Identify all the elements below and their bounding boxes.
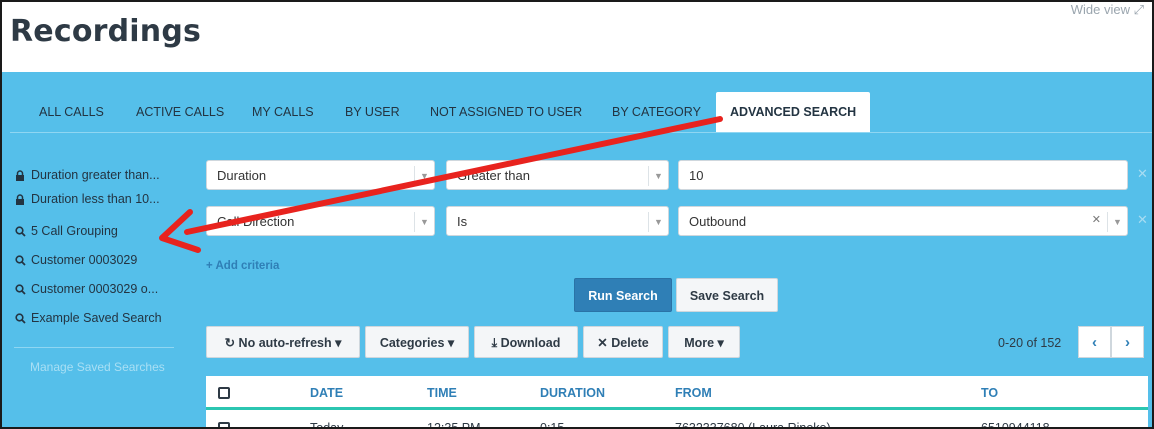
criteria-value-text: 10 [689,167,704,183]
tab-bar: ALL CALLS ACTIVE CALLS MY CALLS BY USER … [2,92,1152,132]
saved-search-duration-less[interactable]: Duration less than 10... [14,192,160,206]
saved-search-example[interactable]: Example Saved Search [14,311,162,325]
add-criteria-link[interactable]: + Add criteria [206,260,279,272]
criteria-operator-select[interactable]: Is ▼ [446,206,669,236]
next-page-button[interactable]: › [1111,326,1144,358]
search-icon [14,312,26,324]
criteria-field-select[interactable]: Duration ▼ [206,160,435,190]
cell-time: 12:35 PM [427,421,481,429]
manage-saved-searches-link[interactable]: Manage Saved Searches [30,360,165,374]
tab-by-user[interactable]: BY USER [345,92,400,132]
column-header-from[interactable]: FROM [675,386,712,400]
column-header-duration[interactable]: DURATION [540,386,605,400]
recordings-panel: ALL CALLS ACTIVE CALLS MY CALLS BY USER … [2,72,1152,429]
tab-all-calls[interactable]: ALL CALLS [39,92,104,132]
save-search-button[interactable]: Save Search [676,278,778,312]
tab-by-category[interactable]: BY CATEGORY [612,92,701,132]
auto-refresh-dropdown[interactable]: ↻ No auto-refresh ▾ [206,326,360,358]
recordings-table: DATE TIME DURATION FROM TO Today 12:35 P… [206,376,1148,429]
chevron-left-icon: ‹ [1092,333,1097,351]
delete-button[interactable]: ✕ Delete [583,326,663,358]
chevron-down-icon: ▼ [648,212,668,232]
run-search-button[interactable]: Run Search [574,278,672,312]
app-window: Recordings Wide view ⤢ ALL CALLS ACTIVE … [0,0,1154,429]
saved-search-label: Customer 0003029 [31,253,138,267]
tab-active-calls[interactable]: ACTIVE CALLS [136,92,224,132]
lock-icon [14,193,26,205]
tab-divider [10,132,1152,133]
remove-criteria-icon[interactable]: ✕ [1137,212,1148,228]
cell-from: 7632337680 (Laura Rineke) [675,421,831,429]
criteria-value-input[interactable]: 10 [678,160,1128,190]
search-icon [14,254,26,266]
saved-search-5-call-grouping[interactable]: 5 Call Grouping [14,224,118,238]
chevron-down-icon: ▼ [414,166,434,186]
criteria-operator-select[interactable]: Greater than ▼ [446,160,669,190]
cell-date: Today [310,421,344,429]
saved-search-customer-0003029-o[interactable]: Customer 0003029 o... [14,282,158,296]
criteria-operator-value: Is [457,213,468,229]
saved-search-duration-greater[interactable]: Duration greater than... [14,168,160,182]
saved-search-label: Example Saved Search [31,311,162,325]
download-button[interactable]: ⤓ Download [474,326,578,358]
criteria-operator-value: Greater than [457,167,530,183]
cell-duration: 0:15 [540,421,565,429]
more-dropdown[interactable]: More ▾ [668,326,740,358]
saved-search-label: Customer 0003029 o... [31,282,159,296]
lock-icon [14,169,26,181]
saved-search-label: Duration greater than... [31,168,160,182]
sidebar-divider [14,347,174,348]
remove-criteria-icon[interactable]: ✕ [1137,166,1148,182]
column-header-date[interactable]: DATE [310,386,343,400]
clear-icon[interactable]: ✕ [1092,213,1101,226]
saved-search-customer-0003029[interactable]: Customer 0003029 [14,253,137,267]
pagination-summary: 0-20 of 152 [998,336,1062,350]
tab-my-calls[interactable]: MY CALLS [252,92,314,132]
saved-search-label: 5 Call Grouping [31,224,118,238]
saved-search-label: Duration less than 10... [31,192,160,206]
column-header-to[interactable]: TO [981,386,998,400]
wide-view-link[interactable]: Wide view ⤢ [1071,2,1144,18]
criteria-field-value: Duration [217,167,267,183]
criteria-value-select[interactable]: Outbound ✕ ▼ [678,206,1128,236]
chevron-down-icon: ▼ [414,212,434,232]
criteria-field-value: Call Direction [217,213,295,229]
prev-page-button[interactable]: ‹ [1078,326,1111,358]
chevron-down-icon: ▼ [1107,212,1127,232]
chevron-down-icon: ▼ [648,166,668,186]
table-header: DATE TIME DURATION FROM TO [206,376,1148,410]
tab-advanced-search[interactable]: ADVANCED SEARCH [716,92,871,132]
criteria-value-text: Outbound [689,213,747,229]
column-header-time[interactable]: TIME [427,386,457,400]
search-icon [14,283,26,295]
categories-dropdown[interactable]: Categories ▾ [365,326,469,358]
chevron-right-icon: › [1125,333,1130,351]
search-icon [14,225,26,237]
criteria-field-select[interactable]: Call Direction ▼ [206,206,435,236]
select-all-checkbox[interactable] [218,387,230,399]
row-checkbox[interactable] [218,422,230,427]
cell-to: 6510944118 [981,421,1050,429]
page-title: Recordings [10,14,202,49]
tab-not-assigned-to-user[interactable]: NOT ASSIGNED TO USER [430,92,582,132]
